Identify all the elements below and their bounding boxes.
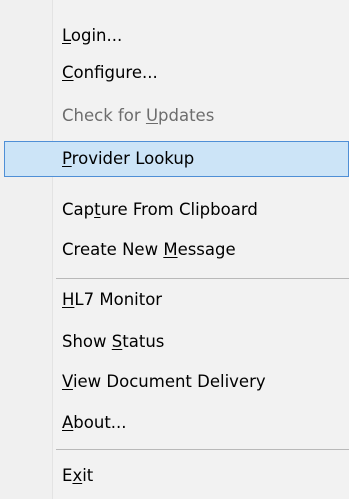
menu-item-create-new-message[interactable]: Create New Message (4, 232, 349, 268)
menu-item-provider-lookup[interactable]: Provider Lookup (4, 141, 349, 177)
menu-item-exit-label: Exit (62, 466, 94, 485)
menu-item-show-status-label: Show Status (62, 332, 165, 351)
menu-item-login-label: Login... (62, 26, 123, 45)
menu-item-capture-from-clipboard[interactable]: Capture From Clipboard (4, 192, 349, 228)
menu-item-show-status[interactable]: Show Status (4, 324, 349, 360)
menu-item-configure-label: Configure... (62, 63, 158, 82)
menu-item-configure[interactable]: Configure... (4, 55, 349, 91)
menu-item-check-for-updates: Check for Updates (4, 98, 349, 134)
menu-item-capture-from-clipboard-label: Capture From Clipboard (62, 200, 258, 219)
menu-separator (56, 449, 349, 450)
menu-item-check-for-updates-label: Check for Updates (62, 106, 215, 125)
menu-item-hl7-monitor[interactable]: HL7 Monitor (4, 282, 349, 318)
menu-item-view-document-delivery-label: View Document Delivery (62, 372, 266, 391)
menu-item-create-new-message-label: Create New Message (62, 240, 236, 259)
menu-separator (56, 278, 349, 279)
menu-item-exit[interactable]: Exit (4, 458, 349, 494)
menu-item-view-document-delivery[interactable]: View Document Delivery (4, 364, 349, 400)
menu-item-hl7-monitor-label: HL7 Monitor (62, 290, 163, 309)
tray-context-menu: Login... Configure... Check for Updates … (0, 0, 349, 499)
menu-item-about[interactable]: About... (4, 405, 349, 441)
menu-item-provider-lookup-label: Provider Lookup (62, 149, 195, 168)
menu-item-about-label: About... (62, 413, 127, 432)
menu-item-login[interactable]: Login... (4, 18, 349, 54)
